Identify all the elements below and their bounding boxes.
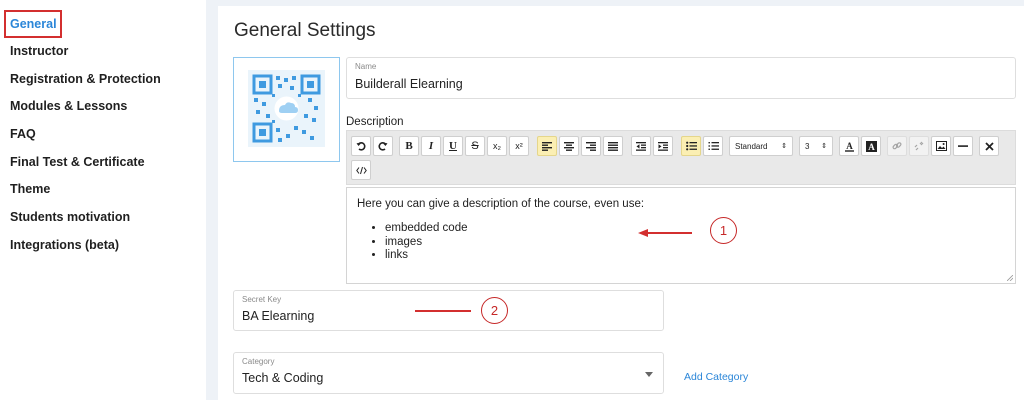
list-item: links	[385, 249, 467, 263]
format-select-value: Standard	[735, 141, 768, 151]
sidebar-item-faq[interactable]: FAQ	[10, 127, 36, 141]
sidebar: General Instructor Registration & Protec…	[0, 0, 206, 400]
annotation-line-two	[415, 310, 471, 312]
align-justify-icon[interactable]	[603, 136, 623, 156]
description-label: Description	[346, 116, 404, 128]
secret-key-value: BA Elearning	[242, 309, 315, 323]
link-icon[interactable]	[887, 136, 907, 156]
underline-icon[interactable]: U	[443, 136, 463, 156]
unlink-icon[interactable]	[909, 136, 929, 156]
annotation-line	[646, 232, 692, 234]
name-field[interactable]: Name Builderall Elearning	[346, 57, 1016, 99]
italic-icon[interactable]: I	[421, 136, 441, 156]
horizontal-rule-icon[interactable]	[953, 136, 973, 156]
svg-text:A: A	[868, 142, 875, 152]
outdent-icon[interactable]	[631, 136, 651, 156]
superscript-icon[interactable]: x²	[509, 136, 529, 156]
category-value: Tech & Coding	[242, 371, 324, 385]
sidebar-item-theme[interactable]: Theme	[10, 182, 50, 196]
list-item: embedded code	[385, 222, 467, 236]
font-size-select-value: 3	[805, 141, 810, 151]
image-icon[interactable]	[931, 136, 951, 156]
editor-toolbar: B I U S x₂ x² Standard ⇕ 3 ⇕ A A	[346, 130, 1016, 185]
page-title: General Settings	[234, 20, 376, 41]
qr-code-image	[248, 70, 325, 147]
arrow-left-icon	[638, 229, 648, 237]
select-arrows-icon: ⇕	[821, 143, 827, 150]
category-select[interactable]: Category Tech & Coding	[233, 352, 664, 394]
bullet-list-icon[interactable]	[681, 136, 701, 156]
category-label: Category	[242, 357, 275, 366]
sidebar-item-integrations[interactable]: Integrations (beta)	[10, 238, 119, 252]
sidebar-item-instructor[interactable]: Instructor	[10, 44, 68, 58]
editor-bullet-list: embedded code images links	[385, 222, 467, 263]
bold-icon[interactable]: B	[399, 136, 419, 156]
align-right-icon[interactable]	[581, 136, 601, 156]
text-color-icon[interactable]: A	[839, 136, 859, 156]
editor-intro-text: Here you can give a description of the c…	[357, 198, 645, 210]
select-arrows-icon: ⇕	[781, 143, 787, 150]
sidebar-item-final-test-certificate[interactable]: Final Test & Certificate	[10, 155, 145, 169]
add-category-link[interactable]: Add Category	[684, 371, 748, 383]
name-field-value: Builderall Elearning	[355, 77, 463, 91]
svg-text:A: A	[846, 141, 853, 151]
background-color-icon[interactable]: A	[861, 136, 881, 156]
sidebar-item-modules-lessons[interactable]: Modules & Lessons	[10, 99, 127, 113]
align-left-icon[interactable]	[537, 136, 557, 156]
sidebar-item-students-motivation[interactable]: Students motivation	[10, 210, 130, 224]
undo-icon[interactable]	[351, 136, 371, 156]
strikethrough-icon[interactable]: S	[465, 136, 485, 156]
course-image-upload[interactable]	[233, 57, 340, 162]
description-editor[interactable]: Here you can give a description of the c…	[346, 187, 1016, 284]
chevron-down-icon[interactable]	[645, 372, 653, 377]
sidebar-item-general[interactable]: General	[10, 17, 57, 31]
indent-icon[interactable]	[653, 136, 673, 156]
subscript-icon[interactable]: x₂	[487, 136, 507, 156]
redo-icon[interactable]	[373, 136, 393, 156]
remove-format-icon[interactable]	[979, 136, 999, 156]
name-field-label: Name	[355, 62, 377, 71]
sidebar-item-registration-protection[interactable]: Registration & Protection	[10, 72, 161, 86]
secret-key-label: Secret Key	[242, 295, 282, 304]
font-size-select[interactable]: 3 ⇕	[799, 136, 833, 156]
annotation-marker-two: 2	[481, 297, 508, 324]
source-code-icon[interactable]	[351, 160, 371, 180]
numbered-list-icon[interactable]	[703, 136, 723, 156]
annotation-marker-one: 1	[710, 217, 737, 244]
align-center-icon[interactable]	[559, 136, 579, 156]
format-select[interactable]: Standard ⇕	[729, 136, 793, 156]
resize-grip-icon[interactable]	[1007, 275, 1013, 281]
list-item: images	[385, 236, 467, 250]
